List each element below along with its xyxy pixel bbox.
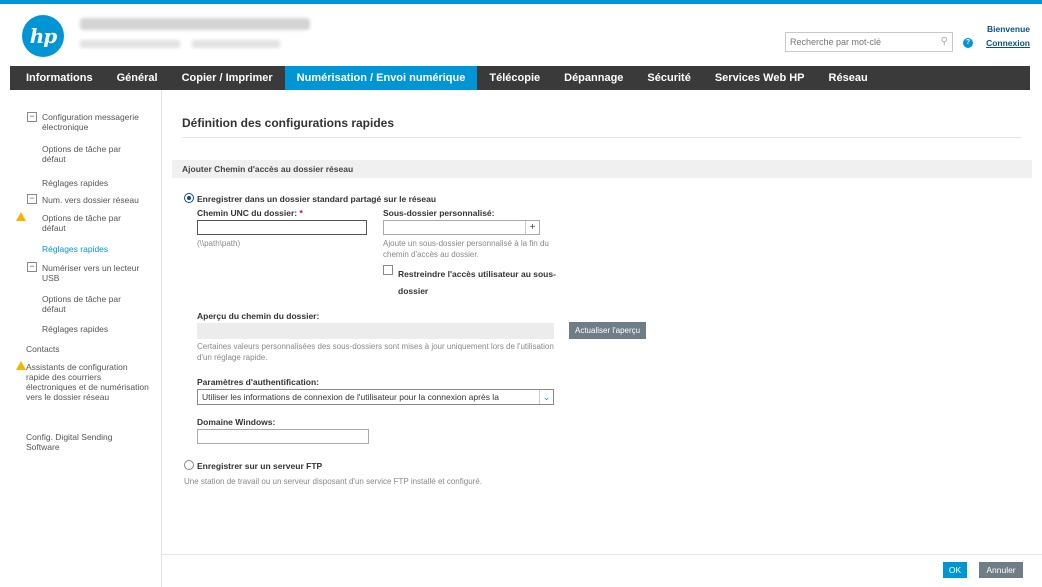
ftp-option-label: Enregistrer sur un serveur FTP — [197, 461, 323, 471]
subfolder-help: Ajoute un sous-dossier personnalisé à la… — [383, 239, 549, 259]
tab-security[interactable]: Sécurité — [635, 66, 702, 90]
collapse-icon[interactable]: − — [27, 112, 37, 122]
network-folder-option-label: Enregistrer dans un dossier standard par… — [197, 194, 437, 204]
cancel-button[interactable]: Annuler — [979, 562, 1023, 578]
tab-fax[interactable]: Télécopie — [477, 66, 552, 90]
tab-network[interactable]: Réseau — [817, 66, 880, 90]
network-folder-radio[interactable] — [184, 193, 194, 203]
subfolder-input[interactable]: + — [383, 220, 540, 235]
collapse-icon[interactable]: − — [27, 194, 37, 204]
sidebar-item-network-folder[interactable]: Num. vers dossier réseau — [42, 195, 139, 205]
tab-informations[interactable]: Informations — [10, 66, 105, 90]
search-box: ⚲ — [785, 32, 953, 52]
sidebar-item-folder-default-options[interactable]: Options de tâche par défaut — [42, 213, 142, 233]
help-icon[interactable]: ? — [963, 38, 973, 48]
windows-domain-input[interactable] — [197, 429, 369, 444]
tab-general[interactable]: Général — [105, 66, 170, 90]
welcome-text: Bienvenue — [987, 24, 1030, 34]
sidebar-item-email-quick-sets[interactable]: Réglages rapides — [42, 178, 108, 188]
tab-copy-print[interactable]: Copier / Imprimer — [170, 66, 285, 90]
hp-logo[interactable]: hp — [22, 15, 64, 57]
ftp-help: Une station de travail ou un serveur dis… — [184, 477, 482, 486]
divider — [182, 137, 1022, 138]
auth-select[interactable]: Utiliser les informations de connexion d… — [197, 389, 554, 405]
warning-icon — [16, 361, 26, 370]
printer-ip-blurred — [192, 40, 280, 48]
tab-hp-web-services[interactable]: Services Web HP — [703, 66, 817, 90]
auth-selected-value: Utiliser les informations de connexion d… — [202, 392, 499, 402]
sidebar-item-email-setup[interactable]: Configuration messagerie électronique — [42, 112, 157, 132]
printer-info-blurred — [80, 40, 180, 48]
add-subfolder-button[interactable]: + — [525, 221, 539, 234]
sidebar-item-folder-quick-sets[interactable]: Réglages rapides — [42, 244, 108, 254]
auth-label: Paramètres d'authentification: — [197, 377, 319, 387]
unc-path-label: Chemin UNC du dossier: * — [197, 208, 303, 218]
sidebar-item-quick-setup-wizards[interactable]: Assistants de configuration rapide des c… — [26, 362, 151, 402]
required-mark: * — [299, 208, 303, 218]
restrict-access-label: Restreindre l'accès utilisateur au sous-… — [398, 269, 556, 296]
header: hp ⚲ ? Bienvenue Connexion — [0, 4, 1042, 66]
unc-path-input[interactable] — [197, 220, 367, 235]
refresh-preview-button[interactable]: Actualiser l'aperçu — [569, 322, 647, 339]
preview-label: Aperçu du chemin du dossier: — [197, 311, 320, 321]
sidebar-item-email-default-options[interactable]: Options de tâche par défaut — [42, 144, 142, 164]
windows-domain-label: Domaine Windows: — [197, 417, 276, 427]
chevron-down-icon[interactable]: ⌄ — [539, 390, 553, 404]
warning-icon — [16, 212, 26, 221]
preview-help: Certaines valeurs personnalisées des sou… — [197, 342, 554, 362]
ok-button[interactable]: OK — [943, 562, 967, 578]
printer-name-blurred — [80, 18, 310, 30]
page-title: Définition des configurations rapides — [182, 116, 395, 130]
sidebar-item-contacts[interactable]: Contacts — [26, 344, 60, 354]
section-title: Ajouter Chemin d'accès au dossier réseau — [182, 164, 354, 174]
sidebar-item-digital-sending[interactable]: Config. Digital Sending Software — [26, 432, 136, 452]
sidebar: − Configuration messagerie électronique … — [10, 90, 162, 587]
unc-path-hint: (\\path\path) — [197, 239, 241, 248]
ftp-radio[interactable] — [184, 460, 194, 470]
divider — [162, 554, 1042, 555]
sidebar-item-usb[interactable]: Numériser vers un lecteur USB — [42, 263, 152, 283]
subfolder-label: Sous-dossier personnalisé: — [383, 208, 495, 218]
signin-link[interactable]: Connexion — [986, 38, 1030, 48]
search-input[interactable] — [790, 35, 930, 49]
main-content: Définition des configurations rapides Aj… — [162, 90, 1042, 587]
folder-path-preview — [197, 323, 554, 339]
search-icon[interactable]: ⚲ — [941, 36, 948, 47]
collapse-icon[interactable]: − — [27, 262, 37, 272]
restrict-access-checkbox[interactable] — [383, 265, 393, 275]
sidebar-item-usb-default-options[interactable]: Options de tâche par défaut — [42, 294, 142, 314]
section-header: Ajouter Chemin d'accès au dossier réseau — [172, 160, 1032, 178]
tab-scan-digital-send[interactable]: Numérisation / Envoi numérique — [284, 66, 478, 90]
sidebar-item-usb-quick-sets[interactable]: Réglages rapides — [42, 324, 108, 334]
tab-troubleshooting[interactable]: Dépannage — [552, 66, 635, 90]
main-nav: Informations Général Copier / Imprimer N… — [10, 66, 1030, 90]
